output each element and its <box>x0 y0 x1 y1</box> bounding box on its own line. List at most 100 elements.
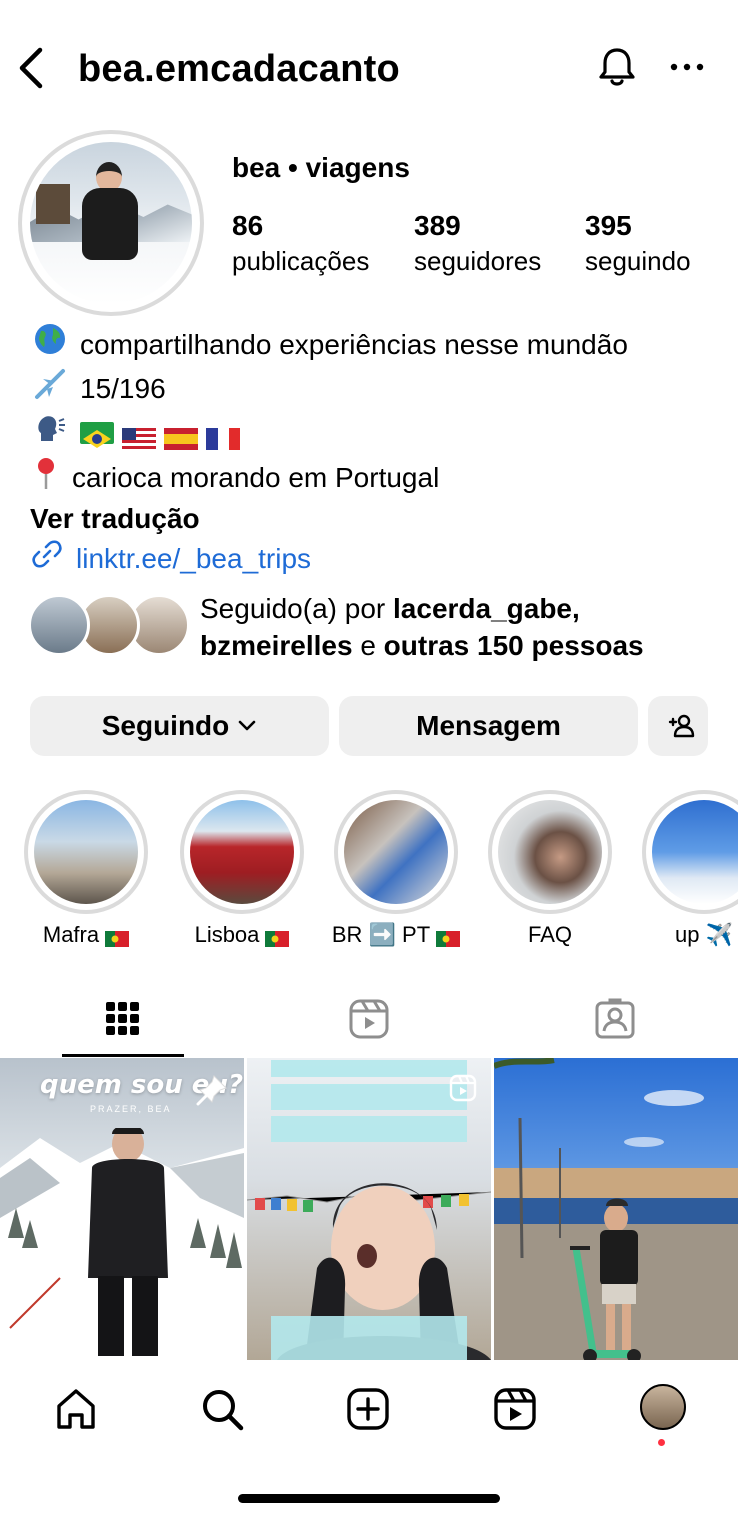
highlight-label: FAQ <box>527 922 572 947</box>
stat-following[interactable]: 395 seguindo <box>585 210 691 280</box>
stat-followers[interactable]: 389 seguidores <box>414 210 541 280</box>
portugal-flag-icon <box>265 927 290 947</box>
home-indicator[interactable] <box>238 1494 500 1503</box>
highlight-label: up ✈️ <box>675 922 733 947</box>
followed-by-prefix: Seguido(a) por <box>200 593 386 624</box>
france-flag-icon <box>206 422 240 451</box>
notification-dot <box>658 1439 665 1446</box>
riverside-scene <box>494 1058 738 1360</box>
reel-badge-icon <box>449 1074 477 1102</box>
following-button-label: Seguindo <box>101 710 230 741</box>
followed-by-section[interactable]: Seguido(a) por lacerda_gabe, bzmeirelles… <box>28 590 738 664</box>
post-caption-overlay <box>271 1084 467 1110</box>
highlight-item[interactable]: BR ➡️ PT <box>331 790 461 948</box>
more-options-button[interactable] <box>664 44 710 90</box>
message-button-label: Mensagem <box>416 710 561 741</box>
profile-bio: compartilhando experiências nesse mundão… <box>30 322 730 580</box>
chevron-down-icon <box>238 720 256 731</box>
bio-text-line4: carioca morando em Portugal <box>72 462 440 493</box>
nav-home[interactable] <box>46 1384 106 1434</box>
follower-username[interactable]: bzmeirelles <box>200 630 353 661</box>
portugal-flag-icon <box>436 927 461 947</box>
top-bar: bea.emcadacanto <box>0 30 738 110</box>
post-thumbnail[interactable]: quem sou eu? PRAZER, BEA <box>0 1058 244 1360</box>
followed-by-others[interactable]: outras 150 pessoas <box>384 630 644 661</box>
external-link[interactable]: linktr.ee/_bea_trips <box>76 540 311 578</box>
stat-followers-label: seguidores <box>414 246 542 276</box>
bell-icon <box>599 48 635 86</box>
brazil-flag-icon <box>80 422 114 449</box>
post-caption-overlay <box>271 1060 467 1077</box>
stat-posts-count: 86 <box>232 210 264 241</box>
snowy-mountain-scene <box>0 1128 244 1360</box>
search-icon <box>203 1390 244 1431</box>
ellipsis-icon <box>670 63 704 71</box>
profile-avatar[interactable] <box>18 130 204 316</box>
active-tab-indicator <box>62 1054 184 1057</box>
bio-link-line[interactable]: linktr.ee/_bea_trips <box>30 538 730 581</box>
highlight-item[interactable]: up ✈️ <box>642 790 738 948</box>
profile-display-name: bea • viagens <box>232 152 410 183</box>
tab-reels[interactable] <box>246 980 492 1058</box>
bio-line <box>30 411 730 456</box>
post-thumbnail[interactable] <box>247 1058 491 1360</box>
post-thumbnail[interactable] <box>494 1058 738 1360</box>
bio-line: Ver tradução <box>30 500 730 538</box>
highlight-label: BR ➡️ PT <box>331 922 431 947</box>
reels-icon <box>494 1388 536 1430</box>
highlight-cover <box>652 800 738 904</box>
highlight-cover <box>190 800 294 904</box>
bio-text-line2: 15/196 <box>80 373 166 404</box>
story-highlights: Mafra Lisboa BR ➡️ PT FAQ up ✈️ <box>0 790 738 960</box>
profile-photo <box>30 142 192 304</box>
highlight-cover <box>498 800 602 904</box>
tab-posts-grid[interactable] <box>0 980 246 1058</box>
location-pin-icon <box>30 456 62 501</box>
see-translation-link[interactable]: Ver tradução <box>30 500 200 538</box>
suggest-people-button[interactable] <box>648 696 708 756</box>
follower-avatar <box>28 594 90 656</box>
highlight-item[interactable]: FAQ <box>488 790 612 948</box>
post-caption-overlay <box>271 1316 467 1360</box>
chevron-left-icon <box>19 47 43 89</box>
globe-icon <box>30 322 70 367</box>
stat-posts-label: publicações <box>232 246 370 276</box>
nav-search[interactable] <box>192 1384 252 1434</box>
highlight-cover <box>34 800 138 904</box>
reels-icon <box>349 999 389 1039</box>
highlight-item[interactable]: Mafra <box>24 790 148 948</box>
highlight-label: Lisboa <box>194 922 260 947</box>
tagged-person-icon <box>595 998 635 1039</box>
bio-line: carioca morando em Portugal <box>30 456 730 501</box>
nav-profile-avatar[interactable] <box>640 1384 686 1430</box>
following-button[interactable]: Seguindo <box>30 696 329 756</box>
link-icon <box>30 538 64 581</box>
plus-square-icon <box>347 1388 389 1430</box>
notifications-button[interactable] <box>594 44 640 90</box>
message-button[interactable]: Mensagem <box>339 696 638 756</box>
usa-flag-icon <box>122 422 156 451</box>
stat-followers-count: 389 <box>414 210 461 241</box>
portugal-flag-icon <box>105 927 130 947</box>
home-icon <box>57 1389 95 1429</box>
stat-following-count: 395 <box>585 210 632 241</box>
spain-flag-icon <box>164 422 198 451</box>
highlight-label: Mafra <box>42 922 100 947</box>
stat-following-label: seguindo <box>585 246 691 276</box>
add-person-icon <box>668 714 695 738</box>
nav-reels[interactable] <box>485 1384 545 1434</box>
nav-create[interactable] <box>338 1384 398 1434</box>
bio-text-line1: compartilhando experiências nesse mundão <box>80 328 628 360</box>
profile-username-title: bea.emcadacanto <box>78 48 400 90</box>
tab-tagged[interactable] <box>492 980 738 1058</box>
airplane-icon <box>30 367 70 412</box>
bio-line: 15/196 <box>30 367 730 412</box>
pin-icon <box>196 1075 227 1106</box>
highlight-item[interactable]: Lisboa <box>180 790 304 948</box>
post-subtitle: PRAZER, BEA <box>90 1104 172 1114</box>
grid-icon <box>106 1002 139 1035</box>
follower-username[interactable]: lacerda_gabe, <box>393 593 580 624</box>
stat-posts[interactable]: 86 publicações <box>232 210 369 280</box>
back-button[interactable] <box>14 46 50 90</box>
posts-grid: quem sou eu? PRAZER, BEA <box>0 1058 738 1360</box>
